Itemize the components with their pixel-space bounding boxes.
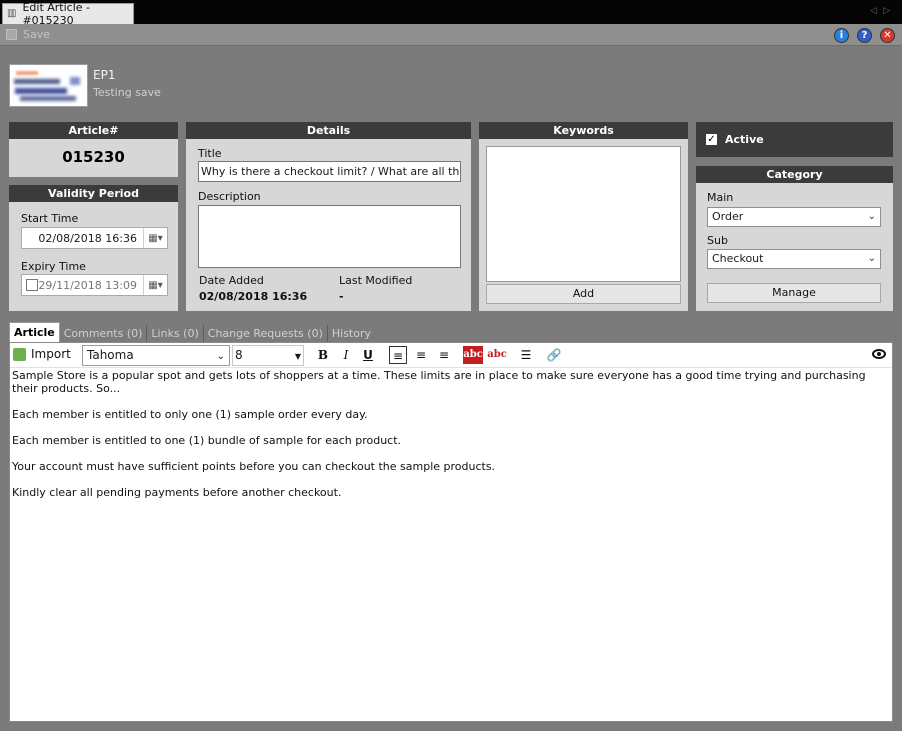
link-icon: 🔗 bbox=[546, 348, 562, 362]
expiry-time-picker[interactable]: 29/11/2018 13:09 ▦▾ bbox=[21, 274, 168, 296]
editor-toolbar: Import Tahoma ⌄ 8 ▼ B I U ≡ ≡ ≡ abc abc … bbox=[10, 343, 892, 368]
chevron-down-icon: ⌄ bbox=[216, 351, 225, 362]
sub-category-select[interactable]: Checkout ⌄ bbox=[707, 249, 881, 269]
keywords-panel: Keywords Add bbox=[479, 122, 688, 311]
start-time-label: Start Time bbox=[21, 212, 79, 225]
document-tab-strip: ▥ Edit Article - #015230 ◁▷ bbox=[0, 0, 902, 27]
start-time-picker[interactable]: 02/08/2018 16:36 ▦▾ bbox=[21, 227, 168, 249]
article-tab-bar: Article Comments (0) Links (0) Change Re… bbox=[9, 322, 893, 342]
article-header: EP1 Testing save bbox=[0, 47, 902, 117]
start-time-value: 02/08/2018 16:36 bbox=[38, 231, 137, 245]
align-right-icon: ≡ bbox=[438, 348, 450, 362]
bullet-list-button[interactable]: ☰ bbox=[517, 346, 535, 364]
preview-eye-icon[interactable] bbox=[872, 349, 886, 359]
font-size-value: 8 bbox=[235, 348, 243, 362]
spellcheck-highlight-button[interactable]: abc bbox=[463, 346, 483, 364]
article-editor: Import Tahoma ⌄ 8 ▼ B I U ≡ ≡ ≡ abc abc … bbox=[9, 342, 893, 722]
expiry-time-label: Expiry Time bbox=[21, 260, 86, 273]
last-modified-value: - bbox=[339, 290, 344, 303]
italic-button[interactable]: I bbox=[337, 346, 355, 364]
article-number-panel: Article# 015230 bbox=[9, 122, 178, 177]
description-input[interactable] bbox=[198, 205, 461, 268]
help-button[interactable]: ? bbox=[857, 28, 872, 43]
main-category-label: Main bbox=[707, 191, 734, 204]
description-label: Description bbox=[198, 190, 261, 203]
calendar-dropdown-icon[interactable]: ▦▾ bbox=[143, 228, 167, 248]
import-button[interactable]: Import bbox=[13, 347, 71, 361]
manage-categories-button[interactable]: Manage bbox=[707, 283, 881, 303]
editor-paragraph: Kindly clear all pending payments before… bbox=[12, 486, 342, 499]
close-icon: ✕ bbox=[883, 30, 892, 41]
save-button[interactable]: Save bbox=[6, 28, 50, 41]
align-right-button[interactable]: ≡ bbox=[435, 346, 453, 364]
editor-paragraph: Each member is entitled to one (1) bundl… bbox=[12, 434, 402, 447]
article-number: 015230 bbox=[62, 148, 125, 166]
tab-history[interactable]: History bbox=[328, 325, 375, 342]
keywords-heading: Keywords bbox=[479, 122, 688, 139]
floppy-disk-icon bbox=[6, 29, 17, 40]
date-added-value: 02/08/2018 16:36 bbox=[199, 290, 308, 303]
last-modified-label: Last Modified bbox=[339, 274, 413, 287]
sub-category-label: Sub bbox=[707, 234, 728, 247]
store-logo bbox=[9, 64, 88, 107]
chevron-down-icon: ⌄ bbox=[867, 253, 876, 264]
save-label: Save bbox=[23, 28, 51, 41]
font-family-value: Tahoma bbox=[87, 348, 134, 362]
expiry-enable-checkbox[interactable] bbox=[26, 279, 38, 291]
header-subtitle: Testing save bbox=[93, 86, 161, 99]
chevron-down-icon: ⌄ bbox=[867, 211, 876, 222]
font-size-select[interactable]: 8 ▼ bbox=[232, 345, 304, 366]
article-number-heading: Article# bbox=[9, 122, 178, 139]
info-icon: i bbox=[839, 30, 844, 41]
insert-link-button[interactable]: 🔗 bbox=[545, 346, 563, 364]
import-icon bbox=[13, 347, 26, 361]
tab-change-requests[interactable]: Change Requests (0) bbox=[204, 325, 328, 342]
spellcheck-button[interactable]: abc bbox=[487, 346, 507, 364]
main-category-select[interactable]: Order ⌄ bbox=[707, 207, 881, 227]
font-family-select[interactable]: Tahoma ⌄ bbox=[82, 345, 230, 366]
main-category-value: Order bbox=[712, 210, 744, 223]
caret-down-icon: ▼ bbox=[294, 352, 301, 361]
date-added-label: Date Added bbox=[199, 274, 264, 287]
add-keyword-button[interactable]: Add bbox=[486, 284, 681, 304]
title-label: Title bbox=[198, 147, 222, 160]
editor-content[interactable]: Sample Store is a popular spot and gets … bbox=[12, 369, 888, 512]
validity-period-panel: Validity Period Start Time 02/08/2018 16… bbox=[9, 185, 178, 311]
details-heading: Details bbox=[186, 122, 471, 139]
active-checkbox[interactable]: ✓ bbox=[706, 134, 717, 145]
underline-button[interactable]: U bbox=[359, 346, 377, 364]
align-left-button[interactable]: ≡ bbox=[389, 346, 407, 364]
tab-links[interactable]: Links (0) bbox=[147, 325, 204, 342]
close-button[interactable]: ✕ bbox=[880, 28, 895, 43]
expiry-time-value: 29/11/2018 13:09 bbox=[38, 278, 137, 292]
align-left-icon: ≡ bbox=[392, 349, 404, 363]
editor-paragraph: Each member is entitled to only one (1) … bbox=[12, 408, 368, 421]
keywords-list[interactable] bbox=[486, 146, 681, 282]
main-toolbar: Save bbox=[0, 24, 902, 46]
info-button[interactable]: i bbox=[834, 28, 849, 43]
question-icon: ? bbox=[861, 30, 868, 41]
editor-paragraph: Your account must have sufficient points… bbox=[12, 460, 496, 473]
tab-scroll-arrows[interactable]: ◁▷ bbox=[870, 6, 896, 16]
title-input[interactable]: Why is there a checkout limit? / What ar… bbox=[198, 161, 461, 182]
calendar-dropdown-icon[interactable]: ▦▾ bbox=[143, 275, 167, 295]
category-heading: Category bbox=[696, 166, 893, 183]
sub-category-value: Checkout bbox=[712, 252, 764, 265]
align-center-icon: ≡ bbox=[415, 348, 427, 362]
align-center-button[interactable]: ≡ bbox=[412, 346, 430, 364]
validity-heading: Validity Period bbox=[9, 185, 178, 202]
category-panel: Category Main Order ⌄ Sub Checkout ⌄ Man… bbox=[696, 166, 893, 311]
import-label: Import bbox=[31, 347, 71, 361]
header-name: EP1 bbox=[93, 68, 116, 82]
editor-paragraph: Sample Store is a popular spot and gets … bbox=[12, 369, 866, 395]
active-label: Active bbox=[725, 133, 764, 146]
bullet-list-icon: ☰ bbox=[520, 348, 532, 362]
tab-article[interactable]: Article bbox=[9, 322, 60, 342]
active-toggle[interactable]: ✓ Active bbox=[696, 122, 893, 157]
tab-comments[interactable]: Comments (0) bbox=[60, 325, 148, 342]
document-tab[interactable]: ▥ Edit Article - #015230 bbox=[2, 1, 134, 27]
document-icon: ▥ bbox=[7, 8, 17, 19]
details-panel: Details Title Why is there a checkout li… bbox=[186, 122, 471, 311]
bold-button[interactable]: B bbox=[314, 346, 332, 364]
